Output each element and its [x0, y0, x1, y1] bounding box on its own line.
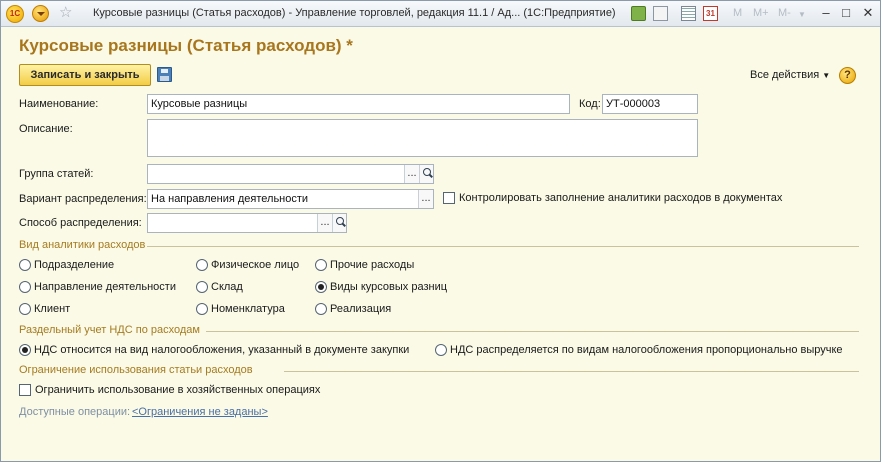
restrict-usage-checkbox[interactable] [19, 384, 31, 396]
vat-section-title: Раздельный учет НДС по расходам [19, 324, 200, 336]
favorite-star-icon[interactable]: ☆ [59, 4, 72, 22]
radio-client[interactable] [19, 303, 31, 315]
code-field[interactable]: УТ-000003 [602, 94, 698, 114]
search-icon[interactable] [419, 165, 433, 183]
save-icon[interactable] [157, 67, 172, 82]
calendar-icon[interactable]: 31 [703, 6, 718, 21]
radio-vat-by-revenue[interactable] [435, 344, 447, 356]
all-actions-label: Все действия [750, 69, 820, 81]
form-title: Курсовые разницы (Статья расходов) * [19, 36, 353, 55]
description-field[interactable] [147, 119, 698, 157]
radio-warehouse-label: Склад [211, 281, 243, 293]
variant-select-button[interactable]: ... [418, 190, 433, 208]
radio-exchange-differences[interactable] [315, 281, 327, 293]
radio-individual-label: Физическое лицо [211, 259, 300, 271]
code-label: Код: [579, 98, 601, 110]
app-window: 1С ☆ Курсовые разницы (Статья расходов) … [0, 0, 881, 462]
section-divider [147, 246, 859, 247]
minimize-icon[interactable]: – [819, 6, 833, 20]
group-select-button[interactable]: ... [404, 165, 419, 183]
1c-logo-icon[interactable]: 1С [6, 5, 24, 23]
available-operations-label: Доступные операции: [19, 406, 131, 418]
available-operations-link[interactable]: <Ограничения не заданы> [132, 406, 268, 418]
radio-other-expenses[interactable] [315, 259, 327, 271]
main-menu-icon[interactable] [32, 5, 49, 22]
document-icon[interactable] [653, 6, 668, 21]
save-and-close-button[interactable]: Записать и закрыть [19, 64, 151, 86]
radio-vat-by-revenue-label: НДС распределяется по видам налогообложе… [450, 344, 843, 356]
radio-department[interactable] [19, 259, 31, 271]
radio-other-expenses-label: Прочие расходы [330, 259, 415, 271]
restriction-section-title: Ограничение использования статьи расходо… [19, 364, 253, 376]
radio-vat-by-purchase-doc-label: НДС относится на вид налогообложения, ук… [34, 344, 410, 356]
restrict-usage-label: Ограничить использование в хозяйственных… [35, 384, 321, 396]
memory-m-button[interactable]: M [733, 7, 742, 19]
variant-label: Вариант распределения: [19, 193, 147, 205]
group-field[interactable]: ... [147, 164, 434, 184]
title-bar: 1С ☆ Курсовые разницы (Статья расходов) … [1, 1, 880, 27]
search-icon[interactable] [332, 214, 346, 232]
window-title: Курсовые разницы (Статья расходов) - Упр… [93, 7, 616, 19]
calculator-icon[interactable] [681, 6, 696, 21]
radio-nomenclature[interactable] [196, 303, 208, 315]
radio-sale[interactable] [315, 303, 327, 315]
variant-value: На направления деятельности [151, 193, 309, 205]
radio-nomenclature-label: Номенклатура [211, 303, 285, 315]
radio-department-label: Подразделение [34, 259, 115, 271]
radio-sale-label: Реализация [330, 303, 392, 315]
section-divider [284, 371, 859, 372]
description-label: Описание: [19, 123, 73, 135]
control-analytics-checkbox[interactable] [443, 192, 455, 204]
method-field[interactable]: ... [147, 213, 347, 233]
radio-individual[interactable] [196, 259, 208, 271]
link-icon[interactable] [631, 6, 646, 21]
radio-warehouse[interactable] [196, 281, 208, 293]
memory-plus-button[interactable]: M+ [753, 7, 769, 19]
maximize-icon[interactable]: □ [839, 6, 853, 20]
analytics-section-title: Вид аналитики расходов [19, 239, 146, 251]
radio-activity-direction[interactable] [19, 281, 31, 293]
name-field[interactable]: Курсовые разницы [147, 94, 570, 114]
close-icon[interactable]: ✕ [861, 6, 875, 20]
chevron-down-icon: ▼ [822, 71, 831, 80]
toolbar-dropdown-icon[interactable]: ▼ [798, 10, 806, 19]
memory-minus-button[interactable]: M- [778, 7, 791, 19]
section-divider [206, 331, 859, 332]
radio-activity-direction-label: Направление деятельности [34, 281, 176, 293]
control-analytics-label: Контролировать заполнение аналитики расх… [459, 192, 783, 204]
radio-client-label: Клиент [34, 303, 71, 315]
variant-field[interactable]: На направления деятельности ... [147, 189, 434, 209]
method-select-button[interactable]: ... [317, 214, 332, 232]
help-icon[interactable]: ? [839, 67, 856, 84]
radio-vat-by-purchase-doc[interactable] [19, 344, 31, 356]
group-label: Группа статей: [19, 168, 94, 180]
radio-exchange-differences-label: Виды курсовых разниц [330, 281, 448, 293]
all-actions-menu[interactable]: Все действия ▼ [750, 69, 830, 81]
form-content: Курсовые разницы (Статья расходов) * Зап… [1, 28, 880, 461]
method-label: Способ распределения: [19, 217, 142, 229]
name-label: Наименование: [19, 98, 99, 110]
